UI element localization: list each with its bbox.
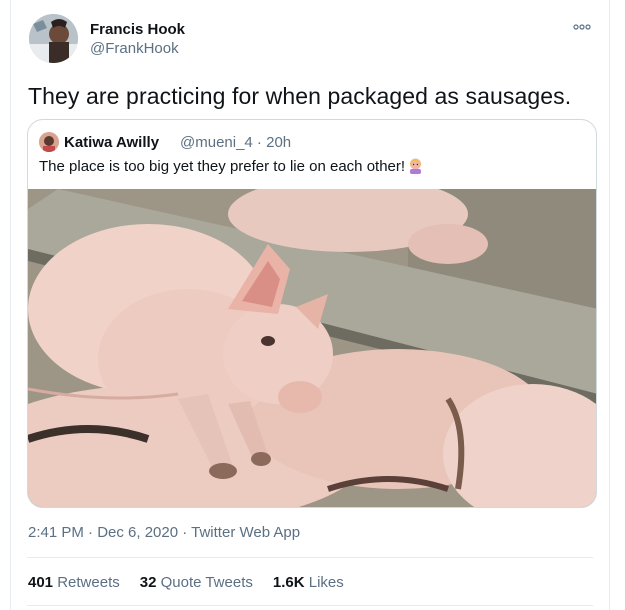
author-avatar[interactable]	[29, 14, 78, 63]
divider	[27, 605, 593, 606]
likes-label: Likes	[308, 574, 344, 591]
retweets-count: 401	[28, 574, 54, 591]
quoted-author-name[interactable]: Katiwa Awilly	[64, 134, 159, 151]
quote-tweets-count: 32	[139, 574, 157, 591]
person-raising-hand-icon	[407, 157, 424, 174]
quoted-author-avatar[interactable]	[39, 132, 59, 152]
retweets-stat[interactable]: 401 Retweets	[28, 574, 120, 591]
quote-tweets-label: Quote Tweets	[160, 574, 253, 591]
author-name[interactable]: Francis Hook	[90, 21, 185, 38]
likes-count: 1.6K	[272, 574, 305, 591]
quote-tweets-stat[interactable]: 32 Quote Tweets	[140, 574, 253, 591]
author-handle[interactable]: @FrankHook	[90, 40, 179, 57]
more-options-icon[interactable]	[571, 20, 593, 34]
divider	[27, 557, 593, 558]
tweet-timestamp[interactable]: 2:41 PM · Dec 6, 2020 · Twitter Web App	[28, 524, 300, 541]
likes-stat[interactable]: 1.6K Likes	[273, 574, 344, 591]
quoted-author-meta[interactable]: @mueni_4 · 20h	[180, 134, 291, 151]
tweet-stats: 401 Retweets 32 Quote Tweets 1.6K Likes	[28, 574, 344, 591]
tweet-card: Francis Hook @FrankHook They are practic…	[10, 0, 610, 610]
quoted-text-content: The place is too big yet they prefer to …	[39, 158, 406, 175]
quoted-tweet[interactable]: Katiwa Awilly @mueni_4 · 20h The place i…	[27, 119, 597, 508]
quoted-image[interactable]	[28, 176, 596, 507]
retweets-label: Retweets	[57, 574, 120, 591]
quoted-text: The place is too big yet they prefer to …	[39, 157, 424, 175]
tweet-text: They are practicing for when packaged as…	[28, 83, 572, 109]
